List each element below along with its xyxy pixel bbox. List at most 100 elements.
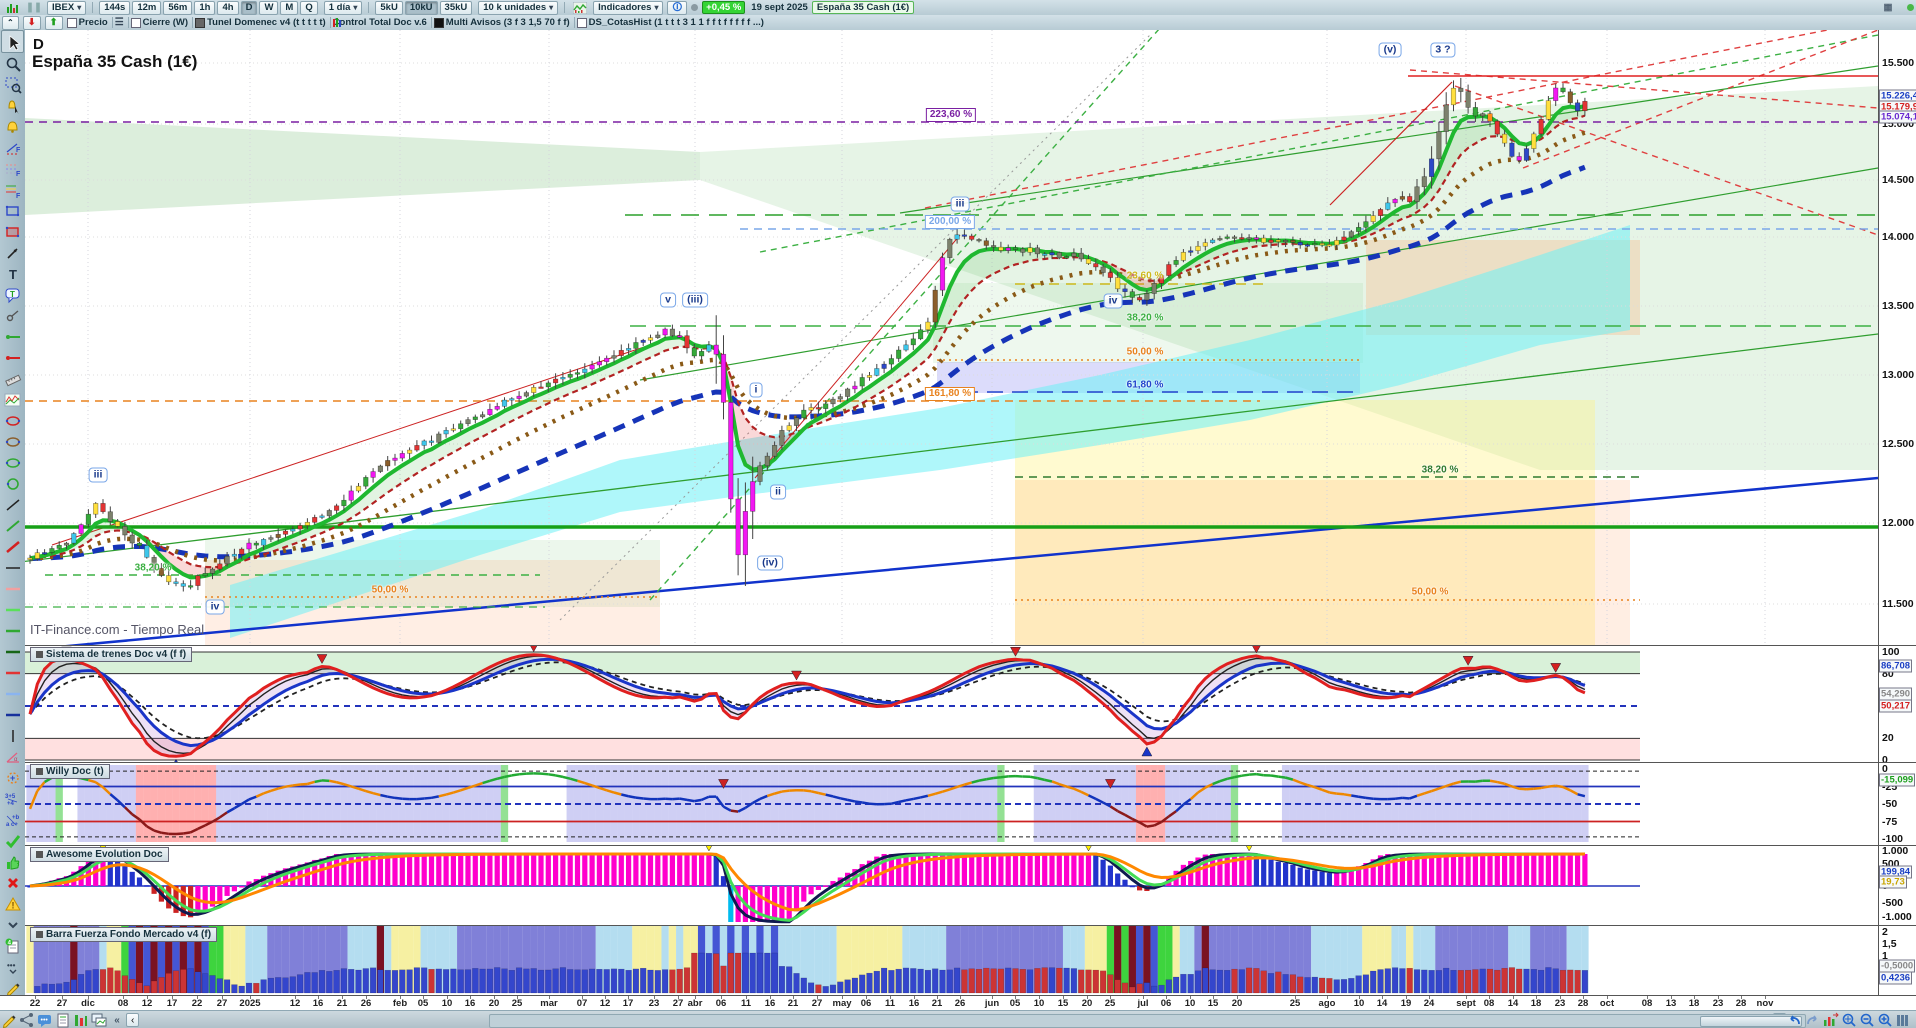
vline-tool-icon[interactable] [2,725,23,746]
line-green-tool-icon[interactable] [2,515,23,536]
callout-tool-icon[interactable]: T [2,284,23,305]
time-axis[interactable]: 22 27 dic 08 12 17 22 27 2025 12 16 21 26 feb 05 10 16 20… [0,995,1916,1011]
pause-icon[interactable]: ❚❚ [25,0,43,15]
panel-title-0[interactable]: Sistema de trenes Doc v4 (f f) [30,647,193,662]
barra-fuerza-panel[interactable] [25,925,1878,995]
redo-icon[interactable] [1804,1013,1822,1028]
fib-retracement-tool-icon[interactable]: F [2,158,23,179]
more-tool-icon[interactable]: ••• [2,956,23,977]
line-red-tool-icon[interactable] [2,536,23,557]
columns-icon[interactable] [1894,1013,1912,1028]
indicator-toggle-3[interactable]: Tunel Domenec v4 (t t t t t) [195,17,326,28]
ruler-tool-icon[interactable] [2,368,23,389]
delete-tool-icon[interactable] [2,872,23,893]
orders-tool-icon[interactable]: 4 [2,935,23,956]
timeframe-button-12m[interactable]: 12m [132,0,162,15]
indicators-menu[interactable]: Indicadores [593,0,664,15]
alarm-pointer-tool-icon[interactable] [2,95,23,116]
bars-icon[interactable] [72,1013,90,1028]
timeframe-button-144s[interactable]: 144s [99,0,131,15]
timeframe-button-M[interactable]: M [280,0,299,15]
panel-title-3[interactable]: Barra Fuerza Fondo Mercado v4 (f) [30,927,218,942]
list-icon[interactable]: ☰ [115,17,124,28]
panel-separator[interactable] [25,925,1916,926]
hline-green-tool-tool-icon[interactable] [2,326,23,347]
points-blue-tool-icon[interactable]: 3+5 +4 [2,788,23,809]
square-icon[interactable] [195,17,206,28]
draw-icon[interactable] [0,1013,18,1028]
check-tool-icon[interactable] [2,830,23,851]
zoom-fit-icon[interactable] [1840,1013,1858,1028]
cursor-tool-icon[interactable] [1,30,24,53]
panel-separator[interactable] [25,645,1916,646]
timeframe-button-1h[interactable]: 1h [194,0,216,15]
ellipse-red-tool-icon[interactable] [2,410,23,431]
timeframe-button-Q[interactable]: Q [300,0,318,15]
report-icon[interactable] [54,1013,72,1028]
points-blue2-tool-icon[interactable]: +b a c+ [2,809,23,830]
awesome-evolution-panel[interactable] [25,845,1878,925]
rect-red-tool-icon[interactable] [2,221,23,242]
indicator-toggle-4[interactable]: Control Total Doc v.6 [332,17,427,28]
unit-button-10kU[interactable]: 10kU [404,0,438,15]
symbol-selector[interactable]: IBEX [47,0,87,15]
line-black-tool-icon[interactable] [2,494,23,515]
share-icon[interactable] [18,1013,36,1028]
panel-separator[interactable] [25,845,1916,846]
undo-icon[interactable] [1786,1013,1804,1028]
hline-darkblue-tool-icon[interactable] [2,704,23,725]
comment-icon[interactable]: ••• [36,1013,54,1028]
zoom-area-tool-icon[interactable] [2,74,23,95]
checkbox-icon[interactable] [576,17,587,28]
ellipse-brown-tool-icon[interactable] [2,431,23,452]
unit-button-35kU[interactable]: 35kU [439,0,473,15]
indicator-toggle-2[interactable]: Cierre (W) [130,17,188,28]
indicator-toggle-6[interactable]: DS_CotasHist (1 t t t 3 1 1 f f t f f f … [576,17,764,28]
unit-button-5kU[interactable]: 5kU [375,0,403,15]
window-grid-icon[interactable]: ▦ [1879,0,1897,15]
fib-projection-tool-icon[interactable]: F [2,137,23,158]
indicator-toggle-5[interactable]: Multi Avisos (3 f 3 1,5 70 f f) [433,17,570,28]
timeframe-button-W[interactable]: W [259,0,279,15]
ellipse-green-tool-icon[interactable] [2,452,23,473]
sistema-trenes-panel[interactable] [25,645,1878,762]
buy-arrow-button[interactable]: ⬆ [44,15,63,30]
indicator-preview-tool-icon[interactable] [2,389,23,410]
collapse-tool-icon[interactable] [2,914,23,935]
collapse-left-icon[interactable]: « [108,1013,126,1028]
hline-darkgreen-tool-icon[interactable] [2,641,23,662]
panel-title-1[interactable]: Willy Doc (t) [30,764,110,779]
zoom-out-icon[interactable] [1858,1013,1876,1028]
text-tool-icon[interactable]: T [2,263,23,284]
period-dropdown[interactable]: 1 día [323,0,363,15]
willy-doc-panel[interactable] [25,762,1878,845]
window-dot-icon[interactable] [1901,0,1916,15]
circle-green-tool-icon[interactable] [2,473,23,494]
alarm-tool-icon[interactable] [2,116,23,137]
zoom-tool-icon[interactable] [2,53,23,74]
compare-icon[interactable] [90,1013,108,1028]
square-icon[interactable] [433,17,444,28]
timeframe-button-D[interactable]: D [240,0,258,15]
price-chart[interactable] [25,30,1878,645]
units-dropdown[interactable]: 10 k unidades [478,0,559,15]
hline-black-tool-icon[interactable] [2,557,23,578]
thumbs-up-tool-icon[interactable] [2,851,23,872]
circle-target-tool-icon[interactable]: + [2,767,23,788]
price-axis[interactable]: 15.500 15.000 14.500 14.000 13.500 13.000 12.5… [1878,30,1916,1010]
timeframe-button-56m[interactable]: 56m [163,0,193,15]
hline-red2-tool-icon[interactable] [2,662,23,683]
sell-arrow-button[interactable]: ⬇ [22,15,41,30]
hline-red-tool-tool-icon[interactable] [2,347,23,368]
indicator-toggle-1[interactable]: ☰ [115,17,124,28]
indicator-toggle-0[interactable]: Precio [66,17,108,28]
info-button[interactable]: 🛈 [667,0,688,15]
timeframe-button-4h[interactable]: 4h [217,0,239,15]
warning-tool-icon[interactable]: ! [2,893,23,914]
collapse-toolbar-button[interactable]: ⌃ [2,15,19,30]
panel-separator[interactable] [25,762,1916,763]
panel-title-2[interactable]: Awesome Evolution Doc [30,847,169,862]
hline-lightblue-tool-icon[interactable] [2,683,23,704]
checkbox-icon[interactable] [130,17,141,28]
hline-lightgreen-tool-icon[interactable] [2,599,23,620]
